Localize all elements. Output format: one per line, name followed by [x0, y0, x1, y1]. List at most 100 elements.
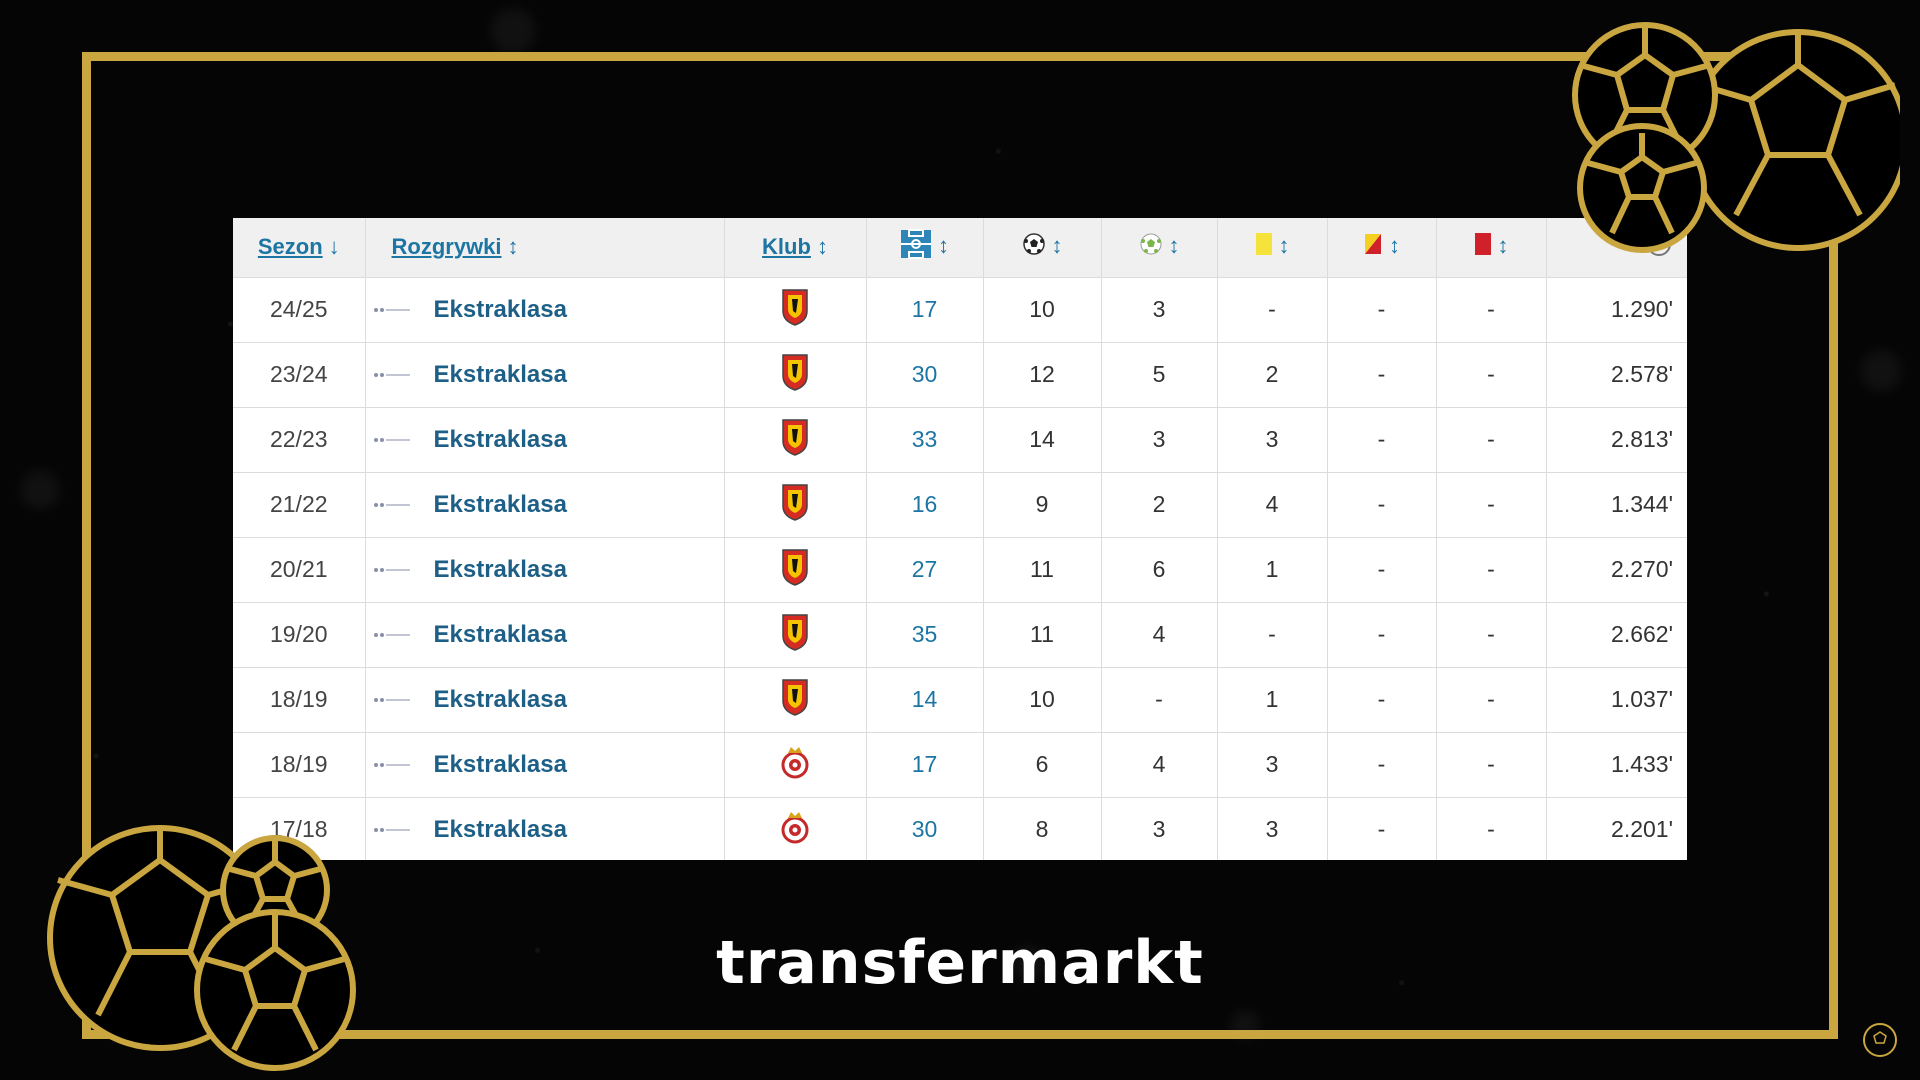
sort-icon[interactable]: ↕	[1169, 233, 1180, 259]
second-yellow-cell: -	[1327, 602, 1437, 668]
career-stats-table: Sezon ↓ Rozgrywki ↕ Klub ↕ ↕ ↕ ↕ ↕ ↕ ↕ 2…	[233, 218, 1687, 860]
jagiellonia-crest-icon[interactable]	[780, 352, 810, 398]
table-row: 17/18 Ekstraklasa 30 8 3 3- -2.201'	[233, 797, 1687, 860]
red-cards-cell: -	[1436, 342, 1547, 408]
competition-link[interactable]: Ekstraklasa	[434, 491, 567, 518]
competition-link[interactable]: Ekstraklasa	[434, 296, 567, 323]
competition-link[interactable]: Ekstraklasa	[434, 361, 567, 388]
club-cell	[724, 537, 867, 603]
second-yellow-cell: -	[1327, 407, 1437, 473]
competition-header-label[interactable]: Rozgrywki	[392, 234, 502, 259]
ball-icon[interactable]	[1022, 232, 1046, 262]
appearances-link[interactable]: 17	[866, 277, 984, 343]
season-cell: 24/25	[233, 277, 366, 343]
club-header-label[interactable]: Klub	[762, 234, 811, 259]
yellow-cards-cell: 1	[1217, 537, 1328, 603]
red-cards-cell: -	[1436, 537, 1547, 603]
jagiellonia-crest-icon[interactable]	[780, 417, 810, 463]
competition-logo-icon	[373, 566, 412, 574]
yellow-card-icon[interactable]	[1255, 232, 1273, 262]
sort-icon[interactable]: ↕	[508, 234, 519, 260]
bokeh-light	[490, 8, 536, 54]
competition-logo-icon	[373, 371, 412, 379]
appearances-link[interactable]: 14	[866, 667, 984, 733]
bokeh-light	[1860, 350, 1902, 392]
second-yellow-cell: -	[1327, 537, 1437, 603]
competition-column-header[interactable]: Rozgrywki ↕	[365, 218, 725, 278]
competition-link[interactable]: Ekstraklasa	[434, 816, 567, 843]
sort-icon[interactable]: ↕	[1279, 233, 1290, 259]
competition-logo-icon	[373, 306, 412, 314]
competition-cell: Ekstraklasa	[365, 277, 725, 343]
assists-cell: 6	[1101, 537, 1218, 603]
assist-ball-icon[interactable]	[1139, 232, 1163, 262]
appearances-link[interactable]: 30	[866, 797, 984, 860]
club-cell	[724, 407, 867, 473]
red-cards-cell: -	[1436, 732, 1547, 798]
competition-cell: Ekstraklasa	[365, 732, 725, 798]
minutes-cell: 1.344'	[1546, 472, 1687, 538]
table-row: 19/20 Ekstraklasa 35 11 4- - -2.662'	[233, 602, 1687, 668]
assists-column-header[interactable]: ↕	[1101, 218, 1218, 278]
pitch-icon[interactable]	[900, 229, 932, 265]
yellow-cards-cell: -	[1217, 602, 1328, 668]
appearances-link[interactable]: 33	[866, 407, 984, 473]
second-yellow-cell: -	[1327, 472, 1437, 538]
sort-icon[interactable]: ↕	[817, 234, 828, 260]
jagiellonia-crest-icon[interactable]	[780, 677, 810, 723]
season-header-label[interactable]: Sezon	[258, 234, 323, 259]
goals-cell: 11	[983, 537, 1102, 603]
yellow-cards-cell: 3	[1217, 732, 1328, 798]
sort-desc-icon[interactable]: ↓	[329, 234, 340, 260]
sort-icon[interactable]: ↕	[1389, 233, 1400, 259]
second-yellow-cell: -	[1327, 277, 1437, 343]
sort-icon[interactable]: ↕	[938, 233, 949, 259]
yellow-cards-column-header[interactable]: ↕	[1217, 218, 1328, 278]
assists-cell: -	[1101, 667, 1218, 733]
table-row: 23/24 Ekstraklasa 30 12 5 2- -2.578'	[233, 342, 1687, 408]
competition-cell: Ekstraklasa	[365, 537, 725, 603]
competition-cell: Ekstraklasa	[365, 472, 725, 538]
appearances-link[interactable]: 30	[866, 342, 984, 408]
season-cell: 20/21	[233, 537, 366, 603]
appearances-link[interactable]: 35	[866, 602, 984, 668]
jagiellonia-crest-icon[interactable]	[780, 547, 810, 593]
sort-icon[interactable]: ↕	[1052, 233, 1063, 259]
season-cell: 22/23	[233, 407, 366, 473]
jagiellonia-crest-icon[interactable]	[780, 287, 810, 333]
club-cell	[724, 342, 867, 408]
competition-link[interactable]: Ekstraklasa	[434, 751, 567, 778]
goals-column-header[interactable]: ↕	[983, 218, 1102, 278]
season-column-header[interactable]: Sezon ↓	[233, 218, 366, 278]
competition-link[interactable]: Ekstraklasa	[434, 556, 567, 583]
appearances-link[interactable]: 17	[866, 732, 984, 798]
appearances-link[interactable]: 27	[866, 537, 984, 603]
competition-link[interactable]: Ekstraklasa	[434, 426, 567, 453]
sort-icon[interactable]: ↕	[1498, 233, 1509, 259]
assists-cell: 4	[1101, 732, 1218, 798]
jagiellonia-crest-icon[interactable]	[780, 482, 810, 528]
red-cards-column-header[interactable]: ↕	[1436, 218, 1547, 278]
video-frame: Sezon ↓ Rozgrywki ↕ Klub ↕ ↕ ↕ ↕ ↕ ↕ ↕ 2…	[0, 0, 1920, 1080]
competition-link[interactable]: Ekstraklasa	[434, 621, 567, 648]
minutes-cell: 2.662'	[1546, 602, 1687, 668]
competition-link[interactable]: Ekstraklasa	[434, 686, 567, 713]
competition-logo-icon	[373, 761, 412, 769]
wisla-crest-icon[interactable]	[780, 744, 810, 786]
jagiellonia-crest-icon[interactable]	[780, 612, 810, 658]
red-card-icon[interactable]	[1474, 232, 1492, 262]
yellow-cards-cell: 4	[1217, 472, 1328, 538]
appearances-link[interactable]: 16	[866, 472, 984, 538]
competition-cell: Ekstraklasa	[365, 797, 725, 860]
second-yellow-column-header[interactable]: ↕	[1327, 218, 1437, 278]
second-yellow-cell: -	[1327, 797, 1437, 860]
club-column-header[interactable]: Klub ↕	[724, 218, 867, 278]
yellow-cards-cell: 3	[1217, 407, 1328, 473]
appearances-column-header[interactable]: ↕	[866, 218, 984, 278]
competition-logo-icon	[373, 826, 412, 834]
yellow-cards-cell: 2	[1217, 342, 1328, 408]
club-cell	[724, 472, 867, 538]
wisla-crest-icon[interactable]	[780, 809, 810, 851]
yellow-red-card-icon[interactable]	[1363, 232, 1383, 262]
yellow-cards-cell: -	[1217, 277, 1328, 343]
